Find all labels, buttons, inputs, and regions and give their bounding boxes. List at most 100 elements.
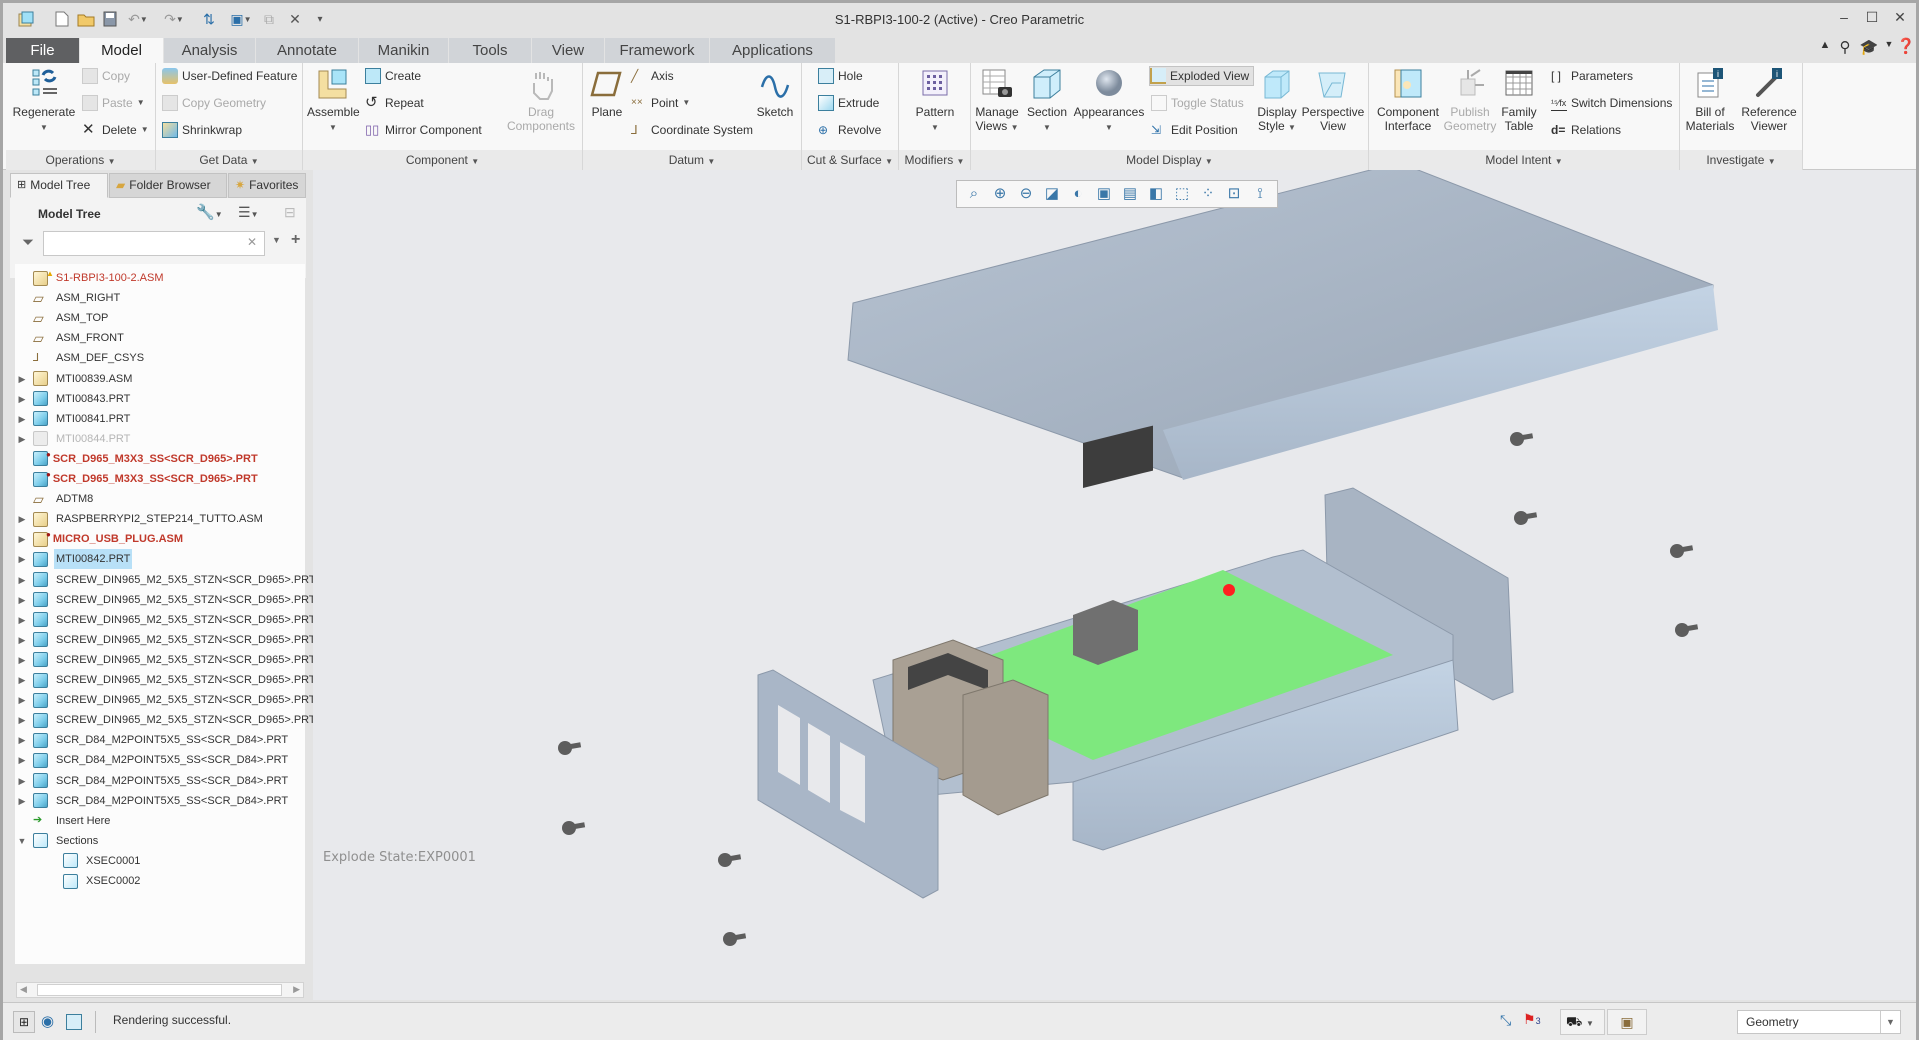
tab-file[interactable]: File — [6, 38, 80, 63]
help-icon[interactable]: ❓ — [1896, 37, 1916, 55]
regenerate-button[interactable]: Regenerate ▼ — [10, 67, 78, 135]
tab-folder-browser[interactable]: ▰ Folder Browser — [109, 173, 227, 198]
expand-icon[interactable]: ▶ — [15, 610, 29, 630]
search-icon[interactable]: ⚲ — [1835, 38, 1855, 56]
expand-icon[interactable]: ▶ — [15, 409, 29, 429]
scroll-left-icon[interactable]: ◀ — [20, 984, 27, 995]
model-viewport[interactable] — [313, 170, 1916, 1000]
tree-item[interactable]: ▶ RASPBERRYPI2_STEP214_TUTTO.ASM — [15, 509, 265, 529]
zoom-out-icon[interactable]: ⊖ — [1017, 185, 1035, 203]
tree-item[interactable]: ▶ SCREW_DIN965_M2_5X5_STZN<SCR_D965>.PRT — [15, 650, 318, 670]
tree-item[interactable]: XSEC0002 — [15, 871, 142, 891]
repeat-button[interactable]: ↺ Repeat — [365, 93, 424, 113]
parameters-button[interactable]: [ ] Parameters — [1551, 66, 1633, 86]
flag-icon[interactable]: ⚑3 — [1523, 1011, 1541, 1028]
assemble-button[interactable]: Assemble ▼ — [307, 67, 360, 135]
display-style-icon[interactable]: ◐ — [1069, 185, 1087, 203]
show-icon[interactable]: ☰▼ — [238, 204, 258, 221]
search-dropdown-icon[interactable]: ▼ — [272, 235, 281, 245]
tree-item[interactable]: ▶ SCREW_DIN965_M2_5X5_STZN<SCR_D965>.PRT — [15, 570, 318, 590]
close-button[interactable]: ✕ — [1889, 9, 1911, 29]
minimize-button[interactable]: – — [1833, 9, 1855, 29]
exploded-view-button[interactable]: Exploded View — [1149, 66, 1255, 86]
section-icon[interactable]: ◧ — [1147, 185, 1165, 203]
expand-icon[interactable]: ▶ — [15, 389, 29, 409]
scroll-right-icon[interactable]: ▶ — [293, 984, 300, 995]
minimize-ribbon-icon[interactable]: ▲ — [1815, 39, 1835, 51]
copy-geometry-button[interactable]: Copy Geometry — [162, 93, 266, 113]
smart-select-icon[interactable]: ⤡ — [1500, 1012, 1511, 1029]
expand-icon[interactable]: ▶ — [15, 650, 29, 670]
tab-favorites[interactable]: ✷ Favorites — [228, 173, 306, 198]
tree-item[interactable]: ▶ SCR_D84_M2POINT5X5_SS<SCR_D84>.PRT — [15, 791, 290, 811]
operations-group-label[interactable]: Operations ▼ — [6, 150, 155, 170]
edit-position-button[interactable]: ⇲ Edit Position — [1151, 120, 1238, 140]
model-intent-group-label[interactable]: Model Intent ▼ — [1369, 150, 1679, 170]
pattern-button[interactable]: Pattern ▼ — [905, 67, 965, 135]
tree-item[interactable]: ▶ SCR_D84_M2POINT5X5_SS<SCR_D84>.PRT — [15, 730, 290, 750]
coordinate-system-button[interactable]: ⅃ Coordinate System — [631, 120, 753, 140]
tree-horizontal-scrollbar[interactable]: ◀ ▶ — [16, 982, 304, 998]
appearances-button[interactable]: Appearances ▼ — [1073, 67, 1145, 135]
model-display-group-label[interactable]: Model Display ▼ — [971, 150, 1368, 170]
tab-framework[interactable]: Framework — [605, 38, 710, 63]
tab-model[interactable]: Model — [80, 38, 164, 63]
user-defined-feature-button[interactable]: User-Defined Feature — [162, 66, 297, 86]
bill-of-materials-button[interactable]: i Bill of Materials — [1682, 67, 1738, 133]
saved-orientations-icon[interactable]: ▣ — [1095, 185, 1113, 203]
tree-item[interactable]: ▶ SCREW_DIN965_M2_5X5_STZN<SCR_D965>.PRT — [15, 690, 318, 710]
family-table-button[interactable]: Family Table — [1497, 67, 1541, 133]
tab-analysis[interactable]: Analysis — [164, 38, 256, 63]
tab-manikin[interactable]: Manikin — [359, 38, 449, 63]
drag-components-button[interactable]: Drag Components — [503, 67, 579, 133]
switch-dimensions-button[interactable]: ¹⁵⁄fx Switch Dimensions — [1551, 93, 1672, 113]
expand-icon[interactable]: ▶ — [15, 429, 29, 449]
tab-tools[interactable]: Tools — [449, 38, 532, 63]
collapse-icon[interactable]: ▼ — [15, 831, 29, 851]
tree-item[interactable]: ▶ SCREW_DIN965_M2_5X5_STZN<SCR_D965>.PRT — [15, 610, 318, 630]
investigate-group-label[interactable]: Investigate ▼ — [1680, 150, 1802, 170]
scroll-thumb[interactable] — [37, 984, 282, 996]
get-data-group-label[interactable]: Get Data ▼ — [156, 150, 302, 170]
tree-item[interactable]: ▶ MTI00841.PRT — [15, 409, 132, 429]
manage-views-button[interactable]: Manage Views ▼ — [973, 67, 1021, 135]
expand-icon[interactable]: ▶ — [15, 369, 29, 389]
tree-item[interactable]: ▶ MTI00839.ASM — [15, 369, 134, 389]
publish-geometry-button[interactable]: Publish Geometry — [1443, 67, 1497, 133]
full-screen-icon[interactable] — [66, 1014, 82, 1030]
tree-item[interactable]: ▶ SCR_D84_M2POINT5X5_SS<SCR_D84>.PRT — [15, 750, 290, 770]
hole-button[interactable]: Hole — [818, 66, 863, 86]
expand-icon[interactable]: ▶ — [15, 791, 29, 811]
tree-item[interactable]: ▶ SCR_D84_M2POINT5X5_SS<SCR_D84>.PRT — [15, 771, 290, 791]
tree-item[interactable]: ▶ SCREW_DIN965_M2_5X5_STZN<SCR_D965>.PRT — [15, 630, 318, 650]
tree-item[interactable]: ▱ ASM_FRONT — [15, 328, 126, 348]
tree-item[interactable]: XSEC0001 — [15, 851, 142, 871]
point-button[interactable]: ×× Point ▼ — [631, 93, 690, 113]
tree-item[interactable]: ▶ MTI00844.PRT — [15, 429, 132, 449]
expand-icon[interactable]: ▶ — [15, 750, 29, 770]
tree-item[interactable]: ● SCR_D965_M3X3_SS<SCR_D965>.PRT — [15, 449, 260, 469]
tree-item[interactable]: ▶ SCREW_DIN965_M2_5X5_STZN<SCR_D965>.PRT — [15, 590, 318, 610]
cut-surface-group-label[interactable]: Cut & Surface ▼ — [802, 150, 898, 170]
tree-item[interactable]: ➔ Insert Here — [15, 811, 112, 831]
expand-icon[interactable]: ▶ — [15, 529, 29, 549]
expand-icon[interactable]: ▶ — [15, 549, 29, 569]
plane-button[interactable]: Plane — [587, 67, 627, 119]
expand-icon[interactable]: ▶ — [15, 509, 29, 529]
expand-icon[interactable]: ▶ — [15, 771, 29, 791]
view-manager-icon[interactable]: ▤ — [1121, 185, 1139, 203]
datum-group-label[interactable]: Datum ▼ — [583, 150, 801, 170]
repaint-icon[interactable]: ◪ — [1043, 185, 1061, 203]
maximize-button[interactable]: ☐ — [1861, 9, 1883, 29]
delete-button[interactable]: ✕ Delete ▼ — [82, 120, 149, 140]
expand-icon[interactable]: ▶ — [15, 710, 29, 730]
tree-settings-icon[interactable]: 🔧▼ — [196, 203, 223, 221]
tree-item[interactable]: ▱ ASM_TOP — [15, 308, 110, 328]
tree-item[interactable]: ▲ S1-RBPI3-100-2.ASM — [15, 268, 166, 288]
spin-center-icon[interactable]: ⟟ — [1251, 185, 1269, 203]
component-interface-button[interactable]: Component Interface — [1375, 67, 1441, 133]
tree-item[interactable]: ● SCR_D965_M3X3_SS<SCR_D965>.PRT — [15, 469, 260, 489]
toggle-navigator-icon[interactable]: ⊞ — [13, 1011, 35, 1033]
tree-item[interactable]: ⅃ ASM_DEF_CSYS — [15, 348, 146, 368]
create-component-button[interactable]: Create — [365, 66, 421, 86]
